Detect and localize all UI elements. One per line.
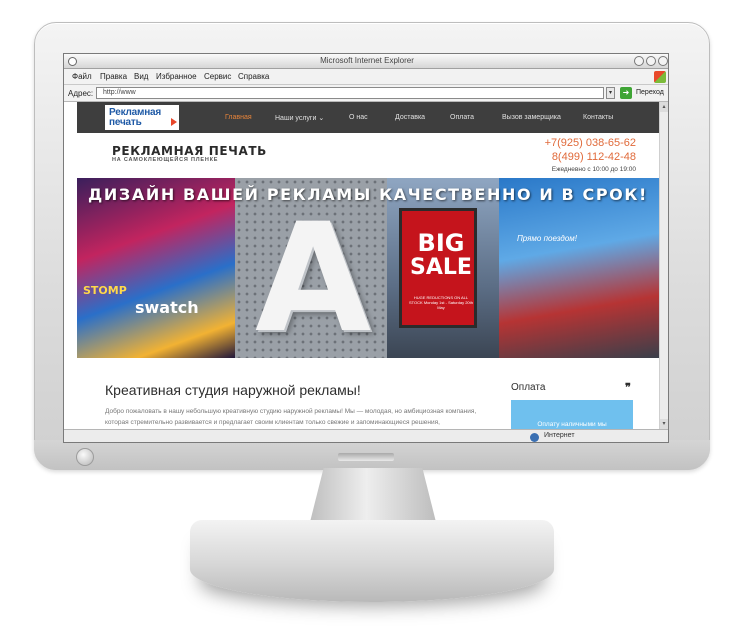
payment-info-label: Оплату наличными мы: [537, 421, 607, 428]
poster-small-text: HUGE REDUCTIONS ON ALL STOCK Monday 1st …: [409, 295, 473, 310]
payment-info-block[interactable]: Оплату наличными мы: [511, 400, 633, 429]
brand-title: РЕКЛАМНАЯ ПЕЧАТЬ: [112, 144, 267, 158]
scroll-down-icon[interactable]: ▾: [660, 419, 668, 429]
nav-item-about[interactable]: О нас: [349, 114, 368, 121]
billboard-text: Прямо поездом!: [517, 234, 578, 243]
power-button[interactable]: [76, 448, 94, 466]
nav-item-home[interactable]: Главная: [225, 114, 252, 121]
browser-titlebar: Microsoft Internet Explorer: [64, 54, 668, 69]
quote-icon: ❞: [625, 382, 631, 394]
nav-item-services[interactable]: Наши услуги ⌄: [275, 114, 324, 122]
menu-file[interactable]: Файл: [72, 72, 92, 81]
nav-item-payment[interactable]: Оплата: [450, 114, 474, 121]
internet-zone-icon: [530, 433, 539, 442]
website: Рекламная печать Главная Наши услуги ⌄ О…: [77, 102, 659, 429]
sidebar-title: Оплата: [511, 382, 546, 393]
brand-subtitle: НА САМОКЛЕЮЩЕЙСЯ ПЛЕНКЕ: [112, 157, 219, 163]
monitor-slot: [338, 453, 394, 461]
logo-arrow-icon: [171, 118, 177, 126]
browser-addressbar: Адрес: http://www ▾ ➜ Переход: [64, 85, 668, 102]
banner-billboard-image: [499, 178, 659, 358]
menu-help[interactable]: Справка: [238, 72, 269, 81]
browser-viewport: Рекламная печать Главная Наши услуги ⌄ О…: [64, 102, 668, 429]
city-sign-stomp: STOMP: [83, 284, 127, 297]
site-navbar: Рекламная печать Главная Наши услуги ⌄ О…: [77, 102, 659, 133]
banner-city-image: [77, 178, 235, 358]
maximize-button[interactable]: [646, 56, 656, 66]
address-input[interactable]: http://www: [96, 87, 604, 99]
close-button[interactable]: [658, 56, 668, 66]
phone-secondary[interactable]: 8(499) 112-42-48: [552, 151, 636, 163]
hero-banner: STOMP swatch A BIG SALE HUGE REDUCTIONS …: [77, 178, 659, 358]
browser-title: Microsoft Internet Explorer: [320, 56, 414, 65]
nav-item-contacts[interactable]: Контакты: [583, 114, 613, 121]
browser-window: Microsoft Internet Explorer Файл Правка …: [63, 53, 669, 443]
minimize-button[interactable]: [634, 56, 644, 66]
site-header: РЕКЛАМНАЯ ПЕЧАТЬ НА САМОКЛЕЮЩЕЙСЯ ПЛЕНКЕ…: [77, 133, 659, 178]
menu-favorites[interactable]: Избранное: [156, 72, 197, 81]
logo-text-line2: печать: [109, 117, 142, 128]
monitor-base: [190, 520, 554, 602]
browser-statusbar: Интернет: [64, 429, 668, 442]
banner-letter: A: [255, 192, 372, 358]
menu-tools[interactable]: Сервис: [204, 72, 231, 81]
phone-primary[interactable]: +7(925) 038-65-62: [545, 137, 636, 149]
working-hours: Ежедневно с 10:00 до 19:00: [551, 166, 636, 173]
banner-headline: ДИЗАЙН ВАШЕЙ РЕКЛАМЫ КАЧЕСТВЕННО И В СРО…: [88, 185, 648, 204]
content-text: Добро пожаловать в нашу небольшую креати…: [105, 408, 477, 426]
scroll-up-icon[interactable]: ▴: [660, 102, 668, 112]
poster-title-line1: BIG: [417, 229, 465, 257]
address-label: Адрес:: [68, 89, 94, 98]
vertical-scrollbar[interactable]: ▴ ▾: [659, 102, 668, 429]
windows-logo-icon: [654, 71, 666, 83]
poster-title-line2: SALE: [410, 255, 472, 280]
go-arrow-icon[interactable]: ➜: [620, 87, 632, 99]
banner-poster: BIG SALE HUGE REDUCTIONS ON ALL STOCK Mo…: [399, 208, 477, 328]
go-button[interactable]: Переход: [636, 89, 664, 96]
content-title: Креативная студия наружной рекламы!: [105, 382, 361, 398]
site-logo[interactable]: Рекламная печать: [105, 105, 179, 130]
address-dropdown-icon[interactable]: ▾: [606, 87, 615, 99]
browser-menubar: Файл Правка Вид Избранное Сервис Справка: [64, 69, 668, 85]
menu-view[interactable]: Вид: [134, 72, 148, 81]
nav-item-measurer[interactable]: Вызов замерщика: [502, 114, 561, 121]
city-sign-swatch: swatch: [135, 298, 199, 317]
nav-item-delivery[interactable]: Доставка: [395, 114, 425, 121]
menu-edit[interactable]: Правка: [100, 72, 127, 81]
desktop-stage: Microsoft Internet Explorer Файл Правка …: [0, 0, 743, 638]
status-zone-label: Интернет: [544, 432, 575, 439]
